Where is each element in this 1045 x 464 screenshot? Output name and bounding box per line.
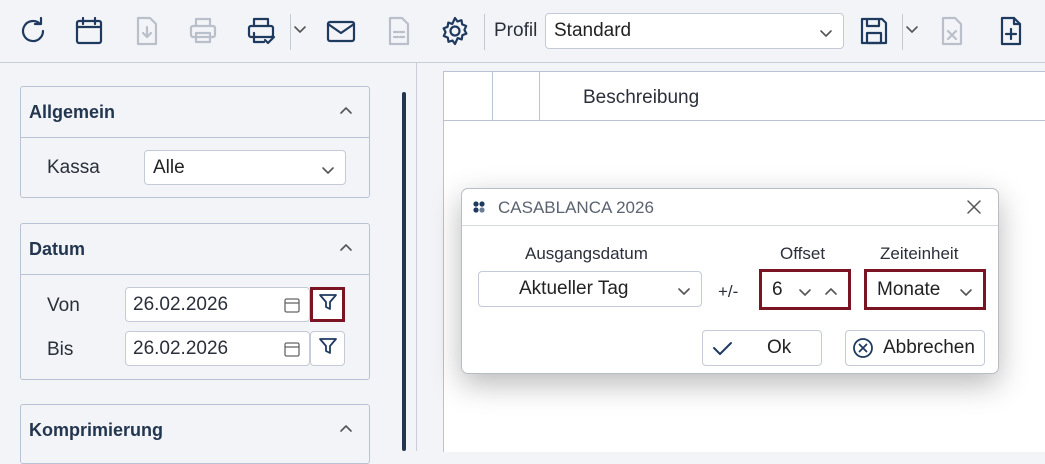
beschreibung-column-header[interactable]: Beschreibung (583, 87, 699, 109)
close-circle-icon (852, 337, 874, 359)
von-value: 26.02.2026 (133, 293, 229, 315)
filter-icon (317, 291, 339, 318)
dialog-divider (462, 225, 998, 226)
komprimierung-section: Komprimierung (20, 404, 370, 464)
kassa-select[interactable]: Alle (144, 150, 346, 185)
filter-icon (317, 335, 339, 362)
chevron-down-icon[interactable] (798, 283, 812, 297)
grid-column-header[interactable] (493, 72, 540, 120)
toolbar: Profil Standard (0, 0, 1045, 63)
app-logo-icon (472, 200, 486, 214)
von-filter-button[interactable] (310, 287, 345, 322)
gear-icon[interactable] (436, 9, 474, 53)
chevron-up-icon[interactable] (339, 422, 353, 436)
profil-value: Standard (554, 20, 632, 41)
von-label: Von (47, 295, 80, 316)
profil-select[interactable]: Standard (545, 13, 844, 49)
print-dropdown-icon[interactable] (242, 9, 280, 53)
bis-filter-button[interactable] (310, 331, 345, 366)
grid-column-header[interactable] (444, 72, 493, 120)
date-offset-dialog: CASABLANCA 2026 Ausgangsdatum Aktueller … (461, 188, 999, 374)
allgemein-header[interactable]: Allgemein (21, 87, 369, 138)
datum-header[interactable]: Datum (21, 224, 369, 275)
chevron-up-icon[interactable] (824, 283, 838, 297)
chevron-down-icon[interactable] (293, 22, 307, 40)
close-icon[interactable] (964, 197, 984, 217)
kassa-value: Alle (153, 156, 185, 178)
datum-section: Datum Von 26.02.2026 Bis 26.02.2026 (20, 223, 370, 380)
refresh-icon[interactable] (14, 9, 52, 53)
calendar-icon[interactable] (283, 296, 301, 314)
von-date-input[interactable]: 26.02.2026 (125, 287, 310, 322)
ausgangsdatum-select[interactable]: Aktueller Tag (478, 271, 702, 307)
ausgangsdatum-label: Ausgangsdatum (525, 244, 648, 263)
new-document-icon[interactable] (992, 9, 1030, 53)
checkmark-icon (711, 337, 733, 359)
calendar-icon[interactable] (70, 9, 108, 53)
datum-title: Datum (29, 239, 86, 259)
chevron-up-icon[interactable] (339, 104, 353, 118)
chevron-up-icon[interactable] (339, 241, 353, 255)
cancel-label: Abbrechen (883, 337, 975, 358)
offset-label: Offset (780, 244, 826, 263)
kassa-label: Kassa (47, 157, 100, 178)
zeiteinheit-label: Zeiteinheit (880, 244, 959, 263)
document-icon (380, 9, 418, 53)
grid-header: Beschreibung (444, 72, 1045, 121)
allgemein-section: Allgemein Kassa Alle (20, 86, 370, 198)
chevron-down-icon (321, 161, 335, 175)
profil-label: Profil (494, 20, 538, 41)
allgemein-title: Allgemein (29, 102, 116, 122)
panel-splitter[interactable] (402, 92, 406, 451)
komprimierung-header[interactable]: Komprimierung (21, 405, 369, 455)
ok-button[interactable]: Ok (702, 330, 822, 366)
bis-date-input[interactable]: 26.02.2026 (125, 331, 310, 366)
print-icon (184, 9, 222, 53)
chevron-down-icon (959, 283, 973, 297)
chevron-down-icon (819, 24, 833, 38)
ok-label: Ok (767, 337, 792, 358)
chevron-down-icon (677, 282, 691, 296)
zeiteinheit-select[interactable]: Monate (864, 269, 986, 310)
offset-value: 6 (772, 278, 783, 300)
filter-panel: Allgemein Kassa Alle Datum Von 26.02.202… (0, 63, 415, 464)
dialog-title: CASABLANCA 2026 (498, 198, 654, 217)
offset-stepper[interactable]: 6 (759, 269, 851, 310)
download-icon (128, 9, 166, 53)
chevron-down-icon[interactable] (905, 22, 919, 40)
save-icon[interactable] (855, 9, 893, 53)
mail-icon[interactable] (322, 9, 360, 53)
cancel-button[interactable]: Abbrechen (845, 330, 985, 366)
plus-minus-label: +/- (718, 282, 739, 301)
komprimierung-title: Komprimierung (29, 420, 164, 440)
calendar-icon[interactable] (283, 340, 301, 358)
zeiteinheit-value: Monate (877, 278, 941, 300)
ausgangsdatum-value: Aktueller Tag (519, 278, 629, 299)
delete-document-icon (933, 9, 971, 53)
bis-label: Bis (47, 339, 74, 360)
bis-value: 26.02.2026 (133, 337, 229, 359)
